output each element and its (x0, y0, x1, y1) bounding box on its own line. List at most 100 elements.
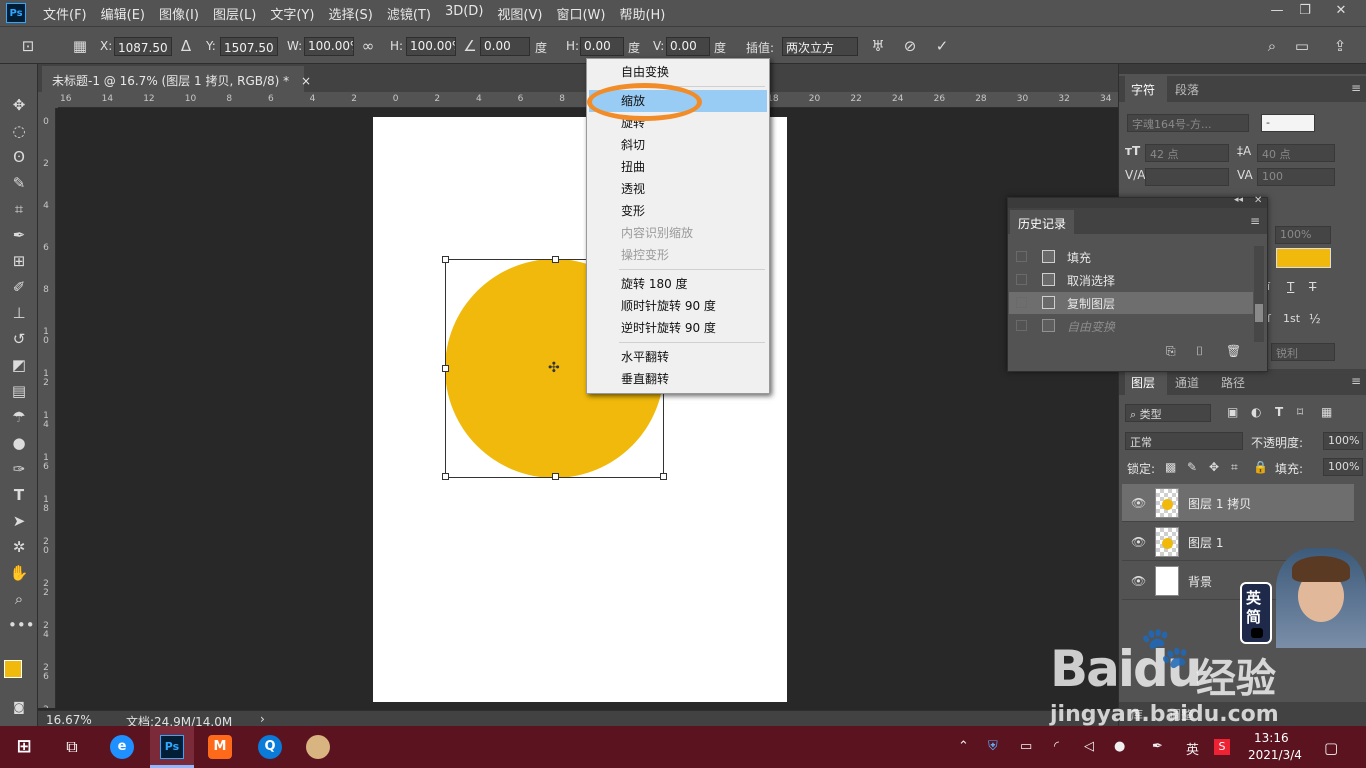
layer-thumbnail[interactable] (1155, 488, 1179, 518)
history-state-row[interactable]: 自由变换 (1009, 315, 1253, 337)
interpolation-select[interactable]: 两次立方 (782, 37, 858, 56)
style-t1-icon[interactable]: T (1287, 280, 1294, 294)
app-m-icon[interactable]: M (208, 735, 232, 759)
context-menu-item[interactable]: 斜切 (589, 134, 767, 156)
filter-smart-icon[interactable]: ▦ (1321, 405, 1332, 419)
character-menu-icon[interactable]: ≡ (1351, 81, 1361, 95)
tray-shield-icon[interactable]: ⛨ (988, 739, 998, 754)
tab-layers[interactable]: 图层 (1131, 374, 1155, 391)
status-arrow-icon[interactable]: › (260, 712, 265, 726)
brush-tool-icon[interactable]: ✐ (8, 276, 30, 298)
visibility-eye-icon[interactable]: 👁 (1131, 496, 1146, 510)
menu-item[interactable]: 3D(D) (438, 4, 490, 23)
task-view-icon[interactable]: ⧉ (60, 735, 84, 759)
quick-select-tool-icon[interactable]: ✎ (8, 172, 30, 194)
handle-top[interactable] (552, 256, 559, 263)
pen-tool-icon[interactable]: ✑ (8, 458, 30, 480)
minimize-icon[interactable]: — (1266, 3, 1288, 21)
menu-item[interactable]: 文件(F) (36, 4, 94, 23)
left-ruler[interactable]: 0 2 4 6 8 1 0 1 2 1 4 1 6 1 8 2 0 2 2 2 4 2 6 2 8 (38, 108, 56, 708)
shape-tool-icon[interactable]: ✲ (8, 536, 30, 558)
layer-thumbnail[interactable] (1155, 527, 1179, 557)
visibility-eye-icon[interactable]: 👁 (1131, 535, 1146, 549)
photoshop-task-active[interactable]: Ps (150, 726, 194, 768)
handle-bottom-right[interactable] (660, 473, 667, 480)
layer-name[interactable]: 图层 1 拷贝 (1188, 495, 1251, 512)
filter-type-icon[interactable]: T (1275, 405, 1283, 419)
stamp-tool-icon[interactable]: ⊥ (8, 302, 30, 324)
eyedropper-tool-icon[interactable]: ✒ (8, 224, 30, 246)
eraser-tool-icon[interactable]: ◩ (8, 354, 30, 376)
context-menu-item[interactable]: 水平翻转 (589, 346, 767, 368)
blur-tool-icon[interactable]: ☂ (8, 406, 30, 428)
tray-pen-icon[interactable]: ✒ (1152, 739, 1163, 754)
workspace-icon[interactable]: ▭ (1292, 36, 1312, 56)
layer-name[interactable]: 背景 (1188, 573, 1212, 590)
angle-input[interactable]: 0.00 (480, 37, 530, 56)
lasso-tool-icon[interactable]: ʘ (8, 146, 30, 168)
context-menu-item[interactable]: 旋转 180 度 (589, 273, 767, 295)
blend-mode-select[interactable]: 正常 (1125, 432, 1243, 450)
history-snapshot-checkbox[interactable] (1016, 320, 1027, 331)
collapse-icon[interactable]: ◂◂ (1234, 195, 1243, 205)
menu-item[interactable]: 编辑(E) (94, 4, 152, 23)
tray-qq-icon[interactable]: ● (1114, 739, 1125, 754)
document-tab[interactable]: 未标题-1 @ 16.7% (图层 1 拷贝, RGB/8) * × (42, 66, 311, 92)
leading-input[interactable]: 40 点 (1257, 144, 1335, 162)
gradient-tool-icon[interactable]: ▤ (8, 380, 30, 402)
tray-wifi-icon[interactable]: ◜ (1054, 739, 1059, 754)
hand-tool-icon[interactable]: ✋ (8, 562, 30, 584)
history-menu-icon[interactable]: ≡ (1250, 214, 1260, 228)
tray-date[interactable]: 2021/3/4 (1248, 748, 1302, 762)
history-state-row[interactable]: 取消选择 (1009, 269, 1253, 291)
context-menu-item[interactable]: 垂直翻转 (589, 368, 767, 390)
commit-transform-icon[interactable]: ✓ (932, 36, 952, 56)
app-q-icon[interactable]: Q (258, 735, 282, 759)
history-snapshot-checkbox[interactable] (1016, 251, 1027, 262)
tracking-input[interactable]: 100 (1257, 168, 1335, 186)
healing-tool-icon[interactable]: ⊞ (8, 250, 30, 272)
context-menu-item[interactable]: 扭曲 (589, 156, 767, 178)
layer-row[interactable]: 👁 图层 1 拷贝 (1122, 484, 1354, 522)
search-icon[interactable]: ⌕ (1262, 36, 1282, 56)
handle-bottom[interactable] (552, 473, 559, 480)
path-select-tool-icon[interactable]: ➤ (8, 510, 30, 532)
menu-item[interactable]: 图像(I) (152, 4, 206, 23)
menu-item[interactable]: 图层(L) (206, 4, 263, 23)
restore-icon[interactable]: ❐ (1294, 3, 1316, 21)
app-photo-icon[interactable] (306, 735, 330, 759)
context-menu-item[interactable]: 透视 (589, 178, 767, 200)
context-menu-item[interactable]: 逆时针旋转 90 度 (589, 317, 767, 339)
history-snapshot-checkbox[interactable] (1016, 297, 1027, 308)
w-input[interactable]: 100.00% (304, 37, 354, 56)
font-style-select[interactable]: - (1261, 114, 1315, 132)
context-menu-item[interactable]: 顺时针旋转 90 度 (589, 295, 767, 317)
history-brush-tool-icon[interactable]: ↺ (8, 328, 30, 350)
filter-adjust-icon[interactable]: ◐ (1251, 405, 1261, 419)
delta-icon[interactable]: Δ (176, 36, 196, 56)
marquee-tool-icon[interactable]: ◌ (8, 120, 30, 142)
tray-sogou-icon[interactable]: S (1214, 739, 1230, 755)
history-scrollbar[interactable] (1254, 246, 1264, 342)
lock-artboard-icon[interactable]: ⌗ (1231, 460, 1238, 475)
context-menu-item[interactable]: 变形 (589, 200, 767, 222)
quick-mask-icon[interactable]: ◙ (8, 696, 30, 718)
tab-paths[interactable]: 路径 (1221, 374, 1245, 391)
fraction-icon[interactable]: ½ (1309, 312, 1321, 326)
layer-name[interactable]: 图层 1 (1188, 534, 1223, 551)
crop-tool-icon[interactable]: ⌗ (8, 198, 30, 220)
layer-filter-select[interactable]: ⌕ 类型 (1125, 404, 1211, 422)
menu-item[interactable]: 选择(S) (321, 4, 379, 23)
filter-shape-icon[interactable]: ⌑ (1297, 405, 1303, 419)
snapshot-camera-icon[interactable]: ⌷ (1196, 344, 1203, 359)
visibility-eye-icon[interactable]: 👁 (1131, 574, 1146, 588)
font-size-input[interactable]: 42 点 (1145, 144, 1229, 162)
zoom-tool-icon[interactable]: ⌕ (8, 588, 30, 610)
handle-bottom-left[interactable] (442, 473, 449, 480)
handle-top-left[interactable] (442, 256, 449, 263)
history-state-row[interactable]: 复制图层 (1009, 292, 1253, 314)
warp-icon[interactable]: ♅ (868, 36, 888, 56)
history-snapshot-checkbox[interactable] (1016, 274, 1027, 285)
foreground-color-swatch[interactable] (4, 660, 22, 678)
menu-item[interactable]: 窗口(W) (549, 4, 612, 23)
